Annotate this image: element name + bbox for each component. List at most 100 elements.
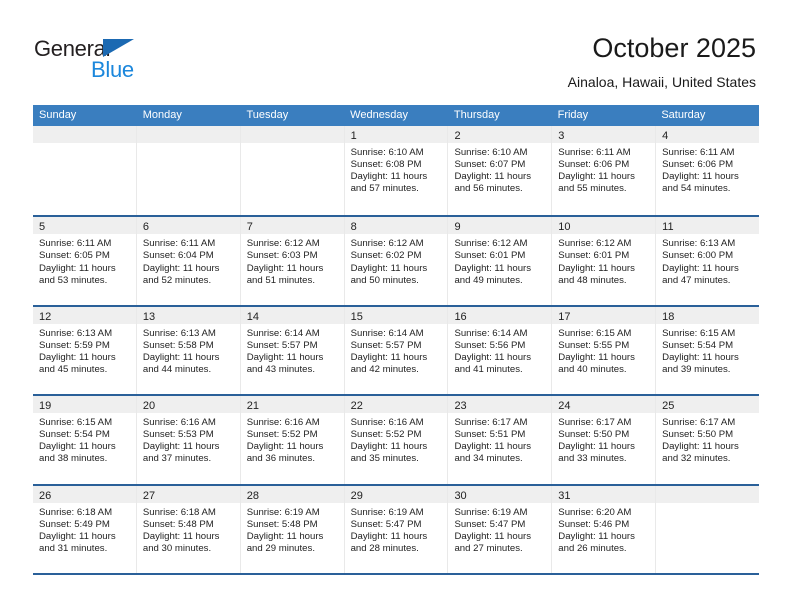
day-number: 13 bbox=[142, 310, 156, 323]
day-cell[interactable]: 18 Sunrise: 6:15 AM Sunset: 5:54 PM Dayligh… bbox=[656, 306, 760, 394]
day-cell[interactable]: 13 Sunrise: 6:13 AM Sunset: 5:58 PM Dayligh… bbox=[136, 306, 241, 395]
day-cell[interactable]: 15 Sunrise: 6:14 AM Sunset: 5:57 PM Dayligh… bbox=[344, 306, 449, 395]
day-number-band: 11 bbox=[656, 217, 760, 235]
calendar-week-row: 19 Sunrise: 6:15 AM Sunset: 5:54 PM Dayligh… bbox=[33, 394, 760, 484]
day-cell[interactable]: 1 Sunrise: 6:10 AM Sunset: 6:08 PM Daylight… bbox=[344, 126, 449, 216]
day-cell[interactable]: 16 Sunrise: 6:14 AM Sunset: 5:56 PM Dayligh… bbox=[448, 306, 553, 395]
general-blue-logo[interactable]: General Blue bbox=[34, 36, 174, 86]
daylight-text-line2: and 37 minutes. bbox=[142, 453, 212, 465]
day-info: Sunrise: 6:13 AM Sunset: 5:59 PM Daylight:… bbox=[33, 324, 136, 376]
day-number: 16 bbox=[454, 310, 467, 323]
day-cell[interactable]: 20 Sunrise: 6:16 AM Sunset: 5:53 PM Dayligh… bbox=[136, 396, 241, 484]
day-info: Sunrise: 6:16 AM Sunset: 5:53 PM Daylight:… bbox=[137, 413, 240, 465]
calendar-grid: Sunday Monday Tuesday Wednesday Thursday… bbox=[33, 105, 760, 575]
day-cell[interactable]: 9 Sunrise: 6:12 AM Sunset: 6:01 PM Daylight… bbox=[448, 217, 553, 305]
daylight-text-line2: and 56 minutes. bbox=[454, 183, 523, 195]
day-number-band: 13 bbox=[136, 306, 240, 324]
day-number-band: 4 bbox=[656, 126, 760, 143]
page-header: General Blue October 2025 Ainaloa, Hawai… bbox=[0, 0, 792, 100]
sunrise-text: Sunrise: 6:18 AM bbox=[39, 506, 113, 518]
daylight-text-line2: and 33 minutes. bbox=[558, 453, 627, 465]
day-cell[interactable]: 29 Sunrise: 6:19 AM Sunset: 5:47 PM Dayligh… bbox=[344, 485, 449, 573]
day-number-band: 19 bbox=[33, 396, 136, 414]
sunset-text: Sunset: 6:03 PM bbox=[246, 250, 318, 262]
day-info: Sunrise: 6:15 AM Sunset: 5:54 PM Daylight:… bbox=[33, 413, 136, 465]
sunrise-text: Sunrise: 6:14 AM bbox=[246, 327, 320, 339]
day-info: Sunrise: 6:10 AM Sunset: 6:08 PM Daylight:… bbox=[345, 143, 448, 195]
day-info: Sunrise: 6:17 AM Sunset: 5:50 PM Daylight:… bbox=[656, 413, 759, 465]
sunset-text: Sunset: 6:08 PM bbox=[350, 159, 422, 171]
daylight-text-line1: Daylight: 11 hours bbox=[350, 441, 428, 453]
day-cell[interactable]: 14 Sunrise: 6:14 AM Sunset: 5:57 PM Dayligh… bbox=[240, 306, 345, 395]
day-number: 26 bbox=[39, 489, 52, 502]
sunrise-text: Sunrise: 6:19 AM bbox=[246, 506, 320, 518]
day-number: 12 bbox=[39, 310, 52, 323]
daylight-text-line2: and 55 minutes. bbox=[558, 183, 627, 195]
daylight-text-line1: Daylight: 11 hours bbox=[558, 171, 635, 183]
day-cell[interactable]: 23 Sunrise: 6:17 AM Sunset: 5:51 PM Dayligh… bbox=[448, 396, 553, 484]
daylight-text-line1: Daylight: 11 hours bbox=[454, 262, 532, 274]
day-number: 18 bbox=[662, 310, 675, 323]
day-cell[interactable]: 3 Sunrise: 6:11 AM Sunset: 6:06 PM Daylight… bbox=[552, 126, 657, 216]
day-cell[interactable]: 6 Sunrise: 6:11 AM Sunset: 6:04 PM Daylight… bbox=[136, 217, 241, 305]
day-cell[interactable]: 31 Sunrise: 6:20 AM Sunset: 5:46 PM Dayligh… bbox=[552, 485, 657, 573]
day-number: 4 bbox=[662, 130, 669, 142]
day-cell[interactable]: 19 Sunrise: 6:15 AM Sunset: 5:54 PM Dayligh… bbox=[33, 396, 137, 484]
day-cell[interactable]: 22 Sunrise: 6:16 AM Sunset: 5:52 PM Dayligh… bbox=[344, 396, 449, 484]
day-cell[interactable]: 21 Sunrise: 6:16 AM Sunset: 5:52 PM Dayligh… bbox=[240, 396, 345, 484]
day-cell[interactable]: 4 Sunrise: 6:11 AM Sunset: 6:06 PM Daylight… bbox=[656, 126, 760, 215]
day-cell[interactable]: 28 Sunrise: 6:19 AM Sunset: 5:48 PM Dayligh… bbox=[240, 485, 345, 573]
sunset-text: Sunset: 5:48 PM bbox=[142, 518, 214, 530]
day-number-band: 1 bbox=[344, 126, 448, 143]
day-info: Sunrise: 6:11 AM Sunset: 6:06 PM Daylight:… bbox=[656, 143, 759, 195]
daylight-text-line2: and 47 minutes. bbox=[662, 274, 731, 286]
sunrise-text: Sunrise: 6:14 AM bbox=[454, 327, 528, 339]
daylight-text-line1: Daylight: 11 hours bbox=[350, 530, 428, 542]
sunrise-text: Sunrise: 6:10 AM bbox=[454, 147, 528, 158]
sunset-text: Sunset: 5:52 PM bbox=[350, 429, 422, 441]
day-cell[interactable]: 17 Sunrise: 6:15 AM Sunset: 5:55 PM Dayligh… bbox=[552, 306, 657, 395]
sunrise-text: Sunrise: 6:16 AM bbox=[142, 417, 216, 429]
day-info: Sunrise: 6:18 AM Sunset: 5:49 PM Daylight:… bbox=[33, 503, 136, 555]
page-subtitle: Ainaloa, Hawaii, United States bbox=[567, 74, 756, 90]
day-cell[interactable]: 7 Sunrise: 6:12 AM Sunset: 6:03 PM Daylight… bbox=[240, 217, 345, 305]
triangle-icon bbox=[103, 39, 134, 57]
daylight-text-line2: and 48 minutes. bbox=[558, 274, 627, 286]
day-cell[interactable]: 27 Sunrise: 6:18 AM Sunset: 5:48 PM Dayligh… bbox=[136, 485, 241, 573]
sunset-text: Sunset: 6:04 PM bbox=[142, 250, 214, 262]
day-info: Sunrise: 6:15 AM Sunset: 5:54 PM Daylight:… bbox=[656, 324, 759, 376]
daylight-text-line1: Daylight: 11 hours bbox=[350, 351, 428, 363]
day-cell[interactable]: 30 Sunrise: 6:19 AM Sunset: 5:47 PM Dayligh… bbox=[448, 485, 553, 573]
daylight-text-line1: Daylight: 11 hours bbox=[454, 530, 532, 542]
day-number-band bbox=[656, 485, 760, 503]
day-cell[interactable]: 12 Sunrise: 6:13 AM Sunset: 5:59 PM Dayligh… bbox=[33, 306, 137, 395]
day-info: Sunrise: 6:12 AM Sunset: 6:01 PM Daylight:… bbox=[552, 234, 655, 286]
day-cell[interactable]: 10 Sunrise: 6:12 AM Sunset: 6:01 PM Dayligh… bbox=[552, 217, 657, 305]
sunset-text: Sunset: 5:57 PM bbox=[350, 339, 422, 351]
sunset-text: Sunset: 6:01 PM bbox=[454, 250, 526, 262]
day-cell[interactable]: 25 Sunrise: 6:17 AM Sunset: 5:50 PM Dayligh… bbox=[656, 396, 760, 483]
day-number-band bbox=[240, 126, 344, 143]
day-cell[interactable]: 2 Sunrise: 6:10 AM Sunset: 6:07 PM Daylight… bbox=[448, 126, 553, 216]
calendar-bottom-rule bbox=[33, 572, 759, 575]
day-cell[interactable]: 26 Sunrise: 6:18 AM Sunset: 5:49 PM Dayligh… bbox=[33, 485, 137, 573]
day-info: Sunrise: 6:13 AM Sunset: 5:58 PM Daylight:… bbox=[137, 324, 240, 376]
day-number-band: 21 bbox=[240, 396, 344, 414]
day-number: 11 bbox=[662, 221, 674, 234]
daylight-text-line1: Daylight: 11 hours bbox=[558, 351, 635, 363]
day-info: Sunrise: 6:17 AM Sunset: 5:50 PM Daylight:… bbox=[552, 413, 655, 465]
daylight-text-line2: and 29 minutes. bbox=[246, 542, 315, 554]
day-number-band: 8 bbox=[344, 217, 448, 235]
day-cell[interactable]: 11 Sunrise: 6:13 AM Sunset: 6:00 PM Dayligh… bbox=[656, 217, 760, 304]
daylight-text-line2: and 51 minutes. bbox=[246, 274, 315, 286]
day-number-band: 15 bbox=[344, 306, 448, 324]
daylight-text-line2: and 52 minutes. bbox=[142, 274, 212, 286]
day-number: 14 bbox=[246, 310, 259, 323]
day-cell[interactable]: 8 Sunrise: 6:12 AM Sunset: 6:02 PM Daylight… bbox=[344, 217, 449, 305]
weekday-header-wednesday: Wednesday bbox=[350, 109, 409, 121]
day-number-band: 14 bbox=[240, 306, 344, 324]
daylight-text-line2: and 27 minutes. bbox=[454, 542, 523, 554]
day-cell[interactable]: 24 Sunrise: 6:17 AM Sunset: 5:50 PM Dayligh… bbox=[552, 396, 657, 484]
sunset-text: Sunset: 6:06 PM bbox=[662, 159, 734, 171]
day-cell[interactable]: 5 Sunrise: 6:11 AM Sunset: 6:05 PM Daylight… bbox=[33, 217, 137, 305]
